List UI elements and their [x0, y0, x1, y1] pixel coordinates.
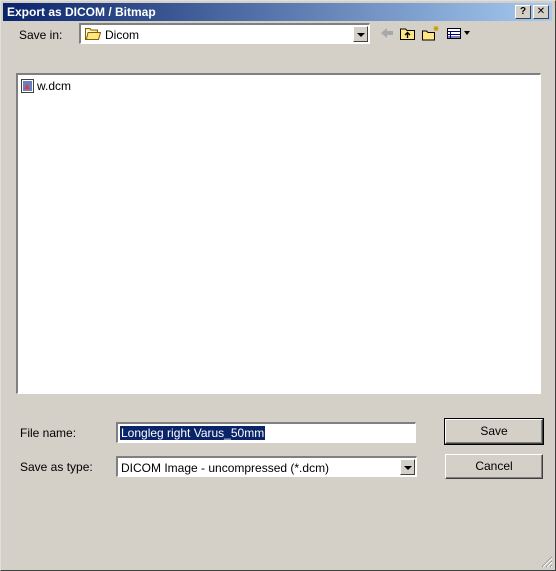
- file-name-value: Longleg right Varus_50mm: [120, 426, 266, 440]
- export-dialog: Export as DICOM / Bitmap ? ✕ Save in: Di…: [0, 0, 556, 571]
- file-list[interactable]: w.dcm: [16, 73, 541, 394]
- save-as-type-dropdown[interactable]: DICOM Image - uncompressed (*.dcm): [116, 456, 417, 477]
- save-in-label: Save in:: [19, 28, 63, 42]
- new-folder-icon[interactable]: [421, 25, 441, 41]
- folder-icon: [85, 28, 101, 40]
- cancel-button[interactable]: Cancel: [445, 454, 543, 479]
- window-title: Export as DICOM / Bitmap: [7, 5, 156, 19]
- save-as-type-label: Save as type:: [20, 460, 93, 474]
- save-in-value: Dicom: [105, 28, 140, 42]
- file-name-input[interactable]: Longleg right Varus_50mm: [116, 422, 416, 443]
- save-as-type-value: DICOM Image - uncompressed (*.dcm): [121, 461, 330, 475]
- help-button[interactable]: ?: [515, 5, 531, 19]
- file-name-text: w.dcm: [37, 79, 72, 93]
- back-icon[interactable]: [378, 25, 396, 41]
- view-menu-icon[interactable]: [446, 25, 472, 41]
- dicom-file-icon: [21, 79, 34, 93]
- file-name-label: File name:: [20, 426, 77, 440]
- save-button[interactable]: Save: [444, 418, 544, 445]
- save-as-type-dropdown-arrow[interactable]: [400, 459, 415, 475]
- up-folder-icon[interactable]: [399, 25, 417, 41]
- resize-grip-icon[interactable]: [541, 556, 553, 568]
- close-button[interactable]: ✕: [533, 5, 549, 19]
- title-bar[interactable]: Export as DICOM / Bitmap ? ✕: [3, 3, 552, 21]
- save-in-dropdown[interactable]: Dicom: [79, 23, 370, 44]
- save-in-dropdown-arrow[interactable]: [353, 26, 368, 42]
